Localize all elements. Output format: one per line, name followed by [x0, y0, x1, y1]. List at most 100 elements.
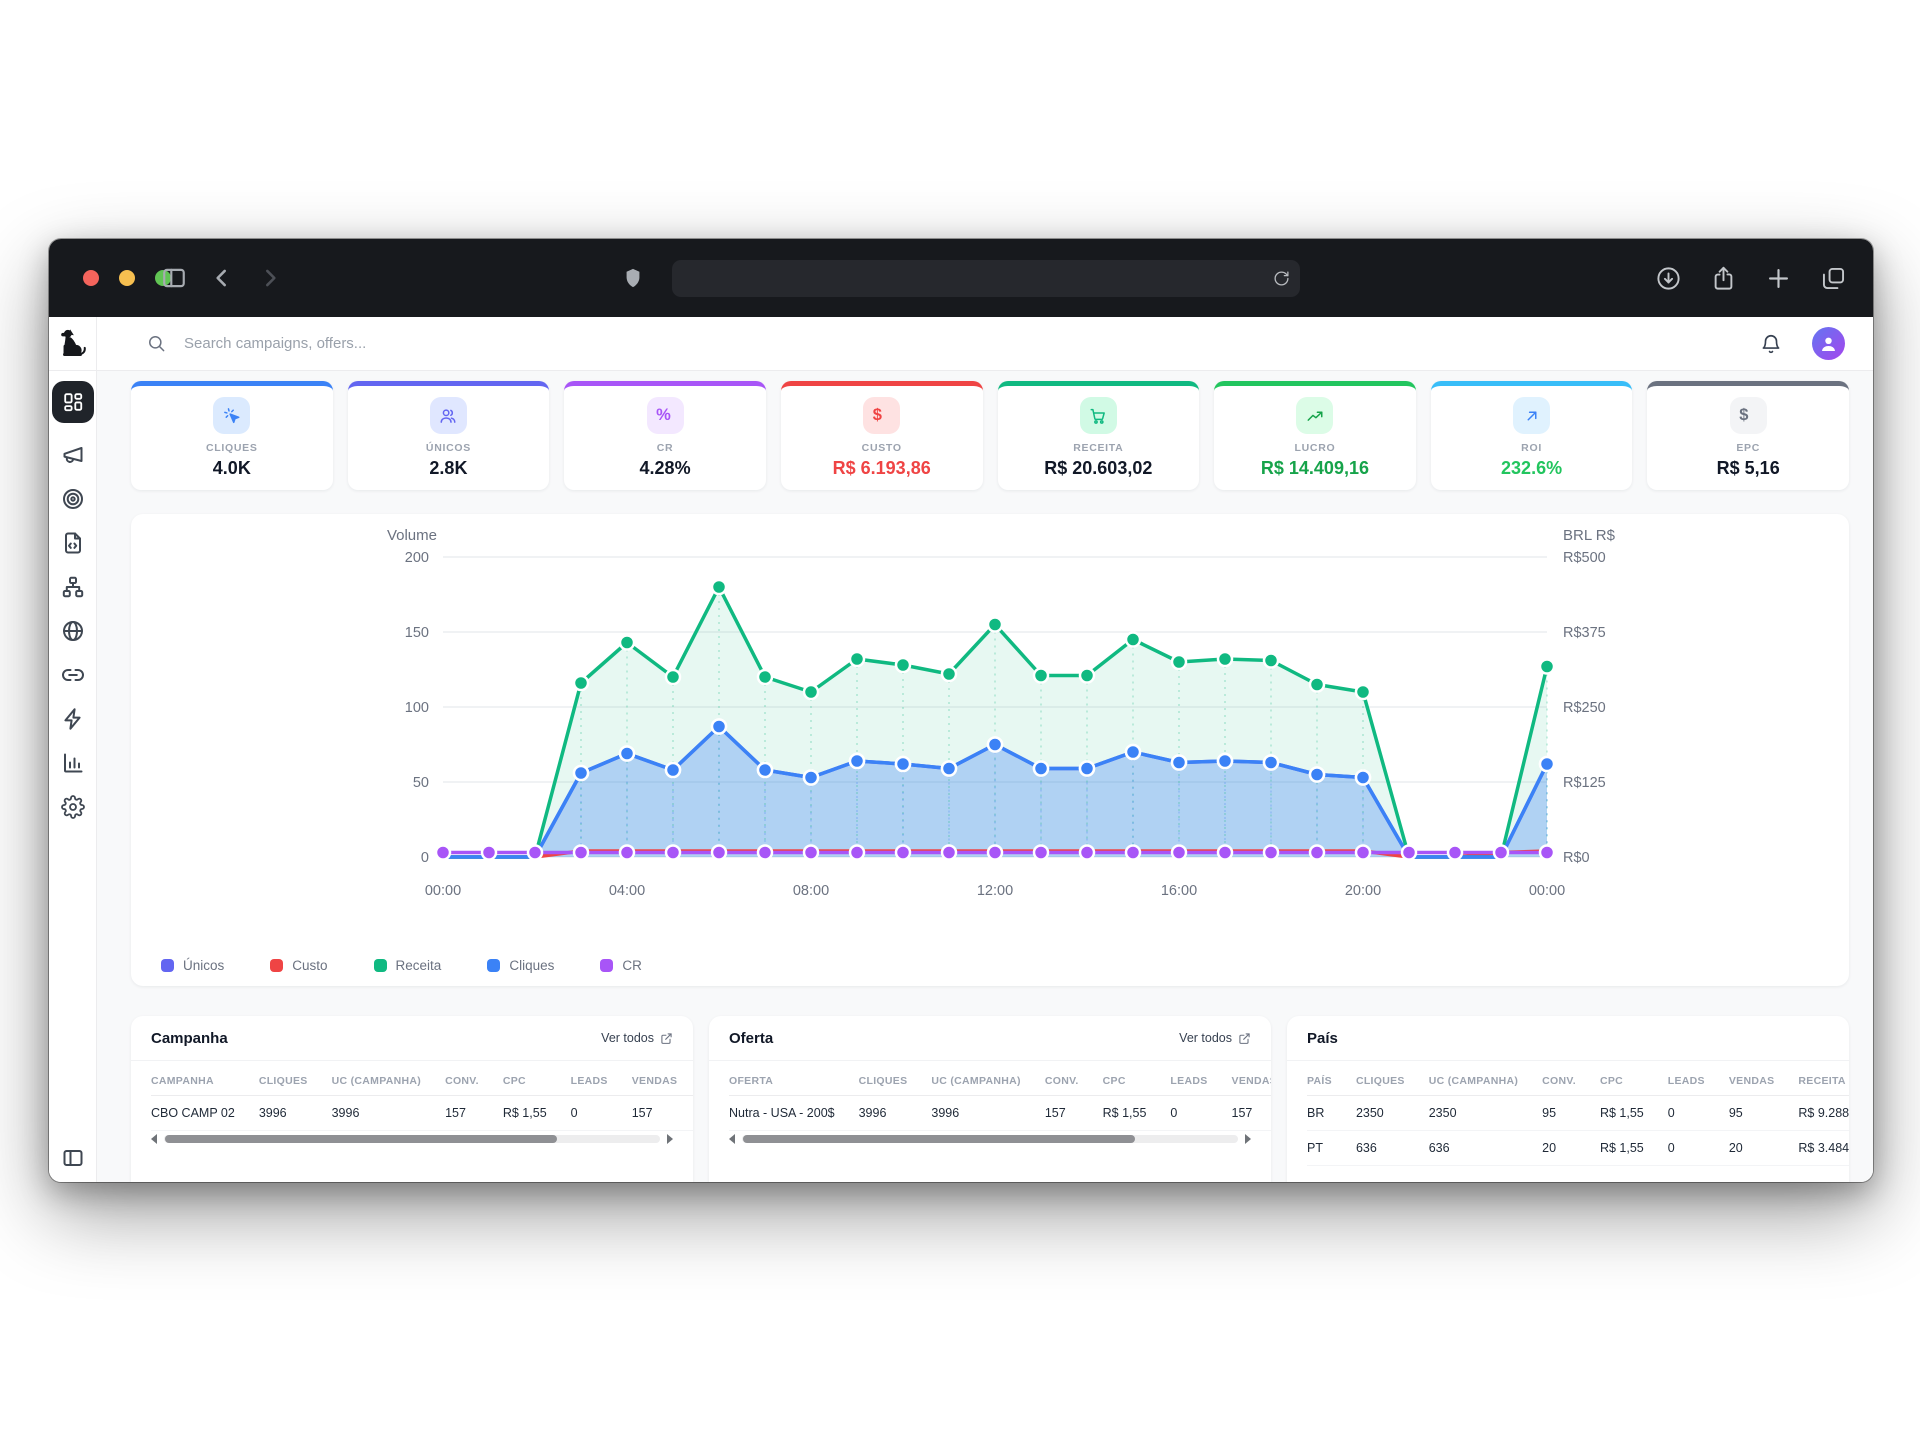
scrollbar-thumb[interactable] — [165, 1135, 557, 1143]
app-logo[interactable] — [49, 317, 97, 371]
kpi-card-custo: $CUSTOR$ 6.193,86 — [781, 381, 983, 490]
table-cell: 157 — [1232, 1096, 1271, 1131]
legend-item-cliques[interactable]: Cliques — [487, 958, 554, 973]
legend-item-receita[interactable]: Receita — [374, 958, 442, 973]
ver-todos-link[interactable]: Ver todos — [601, 1031, 673, 1045]
legend-item-custo[interactable]: Custo — [270, 958, 327, 973]
kpi-card-lucro: LUCROR$ 14.409,16 — [1214, 381, 1416, 490]
kpi-label: RECEITA — [1073, 442, 1123, 454]
table-cell: BR — [1307, 1096, 1356, 1131]
table-row[interactable]: PT63663620R$ 1,55020R$ 3.484,10 — [1307, 1131, 1849, 1166]
dog-logo-icon — [59, 328, 86, 359]
kpi-label: CLIQUES — [206, 442, 258, 454]
table-cell: 0 — [1668, 1131, 1729, 1166]
cart-icon — [1080, 397, 1117, 434]
kpi-value: 4.28% — [640, 458, 691, 479]
table-cell: 0 — [1170, 1096, 1231, 1131]
sidebar-item-settings[interactable] — [61, 795, 85, 819]
table-cell: 0 — [1668, 1096, 1729, 1131]
dollar-icon: $ — [1730, 397, 1767, 434]
share-icon[interactable] — [1710, 265, 1737, 292]
user-icon — [1819, 334, 1838, 353]
table-card-país: PaísPAÍSCLIQUESUC (CAMPANHA)CONV.CPCLEAD… — [1287, 1016, 1849, 1182]
back-button[interactable] — [209, 265, 235, 291]
sidebar-item-offers[interactable] — [61, 487, 85, 511]
sidebar-item-links[interactable] — [61, 663, 85, 687]
privacy-shield-icon[interactable] — [622, 267, 644, 289]
sidebar-item-domains[interactable] — [61, 619, 85, 643]
legend-swatch — [600, 959, 613, 972]
search-icon — [147, 334, 166, 353]
legend-item-únicos[interactable]: Únicos — [161, 958, 224, 973]
search-input[interactable] — [182, 334, 702, 353]
scroll-left-arrow[interactable] — [729, 1134, 735, 1144]
svg-text:16:00: 16:00 — [1161, 883, 1197, 899]
chart-legend: Únicos Custo Receita Cliques CR — [161, 958, 642, 973]
svg-text:20:00: 20:00 — [1345, 883, 1381, 899]
table-row[interactable]: Nutra - USA - 200$39963996157R$ 1,550157 — [729, 1096, 1271, 1131]
new-tab-icon[interactable] — [1765, 265, 1792, 292]
reload-icon[interactable] — [1273, 270, 1290, 287]
kpi-label: CR — [657, 442, 674, 454]
file-code-icon — [61, 531, 85, 555]
scrollbar-track[interactable] — [742, 1135, 1238, 1143]
table-row[interactable]: BR2350235095R$ 1,55095R$ 9.288,09 — [1307, 1096, 1849, 1131]
table-cell: 95 — [1729, 1096, 1799, 1131]
kpi-value: R$ 5,16 — [1717, 458, 1780, 479]
table-cell: 157 — [445, 1096, 503, 1131]
column-header: UC (CAMPANHA) — [332, 1065, 445, 1096]
tab-overview-icon[interactable] — [1820, 265, 1847, 292]
legend-swatch — [374, 959, 387, 972]
svg-text:150: 150 — [405, 625, 429, 641]
notifications-bell-icon[interactable] — [1760, 333, 1782, 355]
legend-swatch — [487, 959, 500, 972]
scroll-right-arrow[interactable] — [667, 1134, 673, 1144]
sidebar-collapse-icon[interactable] — [61, 1146, 85, 1170]
table-cell: R$ 1,55 — [1600, 1096, 1668, 1131]
ver-todos-label: Ver todos — [601, 1031, 654, 1045]
chart-canvas[interactable]: 0R$050R$125100R$250150R$375200R$500Volum… — [131, 514, 1849, 986]
user-avatar[interactable] — [1812, 327, 1845, 360]
column-header: OFERTA — [729, 1065, 859, 1096]
address-bar[interactable] — [672, 260, 1300, 297]
sidebar-item-flows[interactable] — [61, 575, 85, 599]
scroll-right-arrow[interactable] — [1245, 1134, 1251, 1144]
downloads-icon[interactable] — [1655, 265, 1682, 292]
table-cell: PT — [1307, 1131, 1356, 1166]
column-header: UC (CAMPANHA) — [931, 1065, 1044, 1096]
svg-text:0: 0 — [421, 850, 429, 866]
table-cell: R$ 1,55 — [1600, 1131, 1668, 1166]
horizontal-scrollbar — [131, 1131, 693, 1144]
megaphone-icon — [61, 443, 85, 467]
kpi-label: ROI — [1521, 442, 1542, 454]
minimize-window-button[interactable] — [119, 270, 135, 286]
table-cell: 3996 — [931, 1096, 1044, 1131]
svg-text:100: 100 — [405, 700, 429, 716]
arrow-up-right-icon — [1513, 397, 1550, 434]
kpi-label: ÚNICOS — [426, 442, 471, 454]
close-window-button[interactable] — [83, 270, 99, 286]
grid-icon — [62, 391, 84, 413]
column-header: VENDAS — [1729, 1065, 1799, 1096]
toggle-sidebar-icon[interactable] — [161, 265, 187, 291]
svg-text:R$0: R$0 — [1563, 850, 1590, 866]
sidebar-item-campaigns[interactable] — [61, 443, 85, 467]
table-cell: R$ 3.484,10 — [1798, 1131, 1849, 1166]
sidebar-item-reports[interactable] — [61, 751, 85, 775]
column-header: CONV. — [445, 1065, 503, 1096]
table-row[interactable]: CBO CAMP 0239963996157R$ 1,550157R — [151, 1096, 693, 1131]
table-cell: 2350 — [1429, 1096, 1542, 1131]
kpi-label: LUCRO — [1295, 442, 1336, 454]
sidebar-item-automation[interactable] — [61, 707, 85, 731]
sidebar-item-landers[interactable] — [61, 531, 85, 555]
scrollbar-track[interactable] — [164, 1135, 660, 1143]
column-header: VENDAS — [1232, 1065, 1271, 1096]
scrollbar-thumb[interactable] — [743, 1135, 1135, 1143]
scroll-left-arrow[interactable] — [151, 1134, 157, 1144]
gear-icon — [61, 795, 85, 819]
forward-button[interactable] — [257, 265, 283, 291]
legend-item-cr[interactable]: CR — [600, 958, 642, 973]
ver-todos-link[interactable]: Ver todos — [1179, 1031, 1251, 1045]
sidebar-item-dashboard[interactable] — [52, 381, 94, 423]
svg-text:12:00: 12:00 — [977, 883, 1013, 899]
